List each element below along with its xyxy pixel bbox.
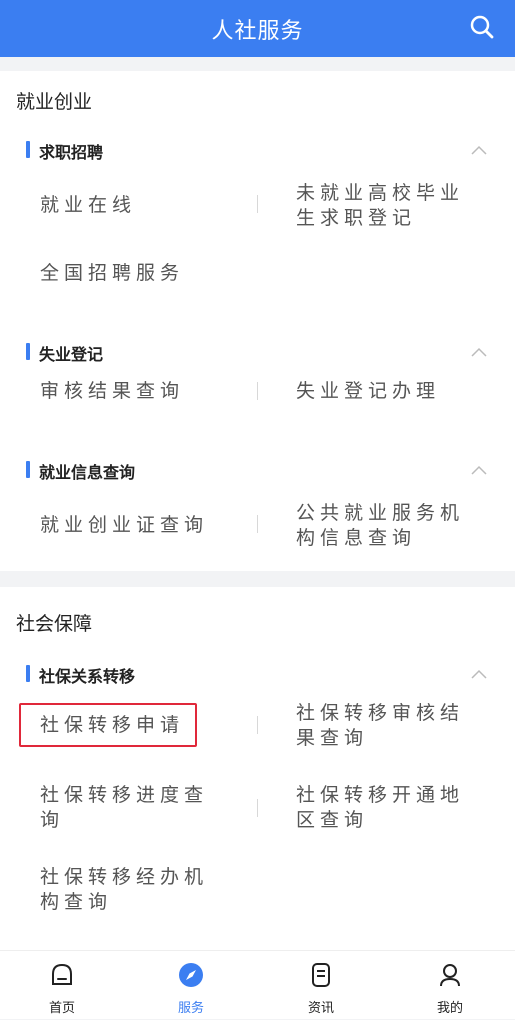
service-item-graduate-registration[interactable]: 未就业高校毕业生求职登记 <box>296 181 476 231</box>
section-marker <box>26 665 30 682</box>
chevron-up-icon[interactable] <box>471 465 487 475</box>
compass-icon <box>179 963 203 987</box>
section-label: 失业登记 <box>39 345 104 364</box>
service-item-audit-result[interactable]: 审核结果查询 <box>40 379 184 404</box>
tab-profile[interactable]: 我的 <box>410 951 490 1020</box>
section-marker <box>26 141 30 158</box>
chevron-up-icon[interactable] <box>471 145 487 155</box>
service-item-transfer-agencies[interactable]: 社保转移经办机构查询 <box>40 865 220 915</box>
tab-label: 我的 <box>436 1001 463 1016</box>
tab-label: 资讯 <box>307 1001 334 1016</box>
service-item-transfer-apply[interactable]: 社保转移申请 <box>40 713 184 738</box>
section-label: 社保关系转移 <box>39 667 136 686</box>
home-icon <box>52 963 72 985</box>
tab-label: 服务 <box>177 1001 204 1016</box>
tab-services[interactable]: 服务 <box>151 951 231 1020</box>
user-icon <box>440 964 460 987</box>
service-item-certificate-query[interactable]: 就业创业证查询 <box>40 513 208 538</box>
card-title-employment: 就业创业 <box>16 91 93 113</box>
tab-home[interactable]: 首页 <box>22 951 102 1020</box>
service-item-transfer-regions[interactable]: 社保转移开通地区查询 <box>296 783 476 833</box>
item-divider <box>257 382 258 400</box>
tab-label: 首页 <box>48 1001 75 1016</box>
bottom-tab-bar: 首页 服务 资讯 我的 <box>0 950 515 1019</box>
section-marker <box>26 461 30 478</box>
item-divider <box>257 515 258 533</box>
search-icon[interactable] <box>469 14 495 40</box>
service-item-national-recruitment[interactable]: 全国招聘服务 <box>40 261 184 286</box>
section-marker <box>26 343 30 360</box>
social-security-card: 社会保障 社保关系转移 社保转移申请 社保转移审核结果查询 社保转移进度查询 社… <box>0 587 515 950</box>
service-item-employment-online[interactable]: 就业在线 <box>40 193 136 218</box>
item-divider <box>257 195 258 213</box>
page-title: 人社服务 <box>211 19 304 44</box>
content-area[interactable]: 就业创业 求职招聘 就业在线 未就业高校毕业生求职登记 全国招聘服务 失业登记 … <box>0 57 515 950</box>
chevron-up-icon[interactable] <box>471 669 487 679</box>
card-title-social-security: 社会保障 <box>16 613 93 635</box>
section-label: 就业信息查询 <box>39 463 136 482</box>
item-divider <box>257 799 258 817</box>
service-item-agency-info-query[interactable]: 公共就业服务机构信息查询 <box>296 501 476 551</box>
news-icon <box>312 963 330 987</box>
item-divider <box>257 716 258 734</box>
service-item-transfer-progress[interactable]: 社保转移进度查询 <box>40 783 220 833</box>
service-item-transfer-audit-result[interactable]: 社保转移审核结果查询 <box>296 701 476 751</box>
app-header: 人社服务 <box>0 0 515 57</box>
employment-card: 就业创业 求职招聘 就业在线 未就业高校毕业生求职登记 全国招聘服务 失业登记 … <box>0 71 515 571</box>
chevron-up-icon[interactable] <box>471 347 487 357</box>
service-item-unemployment-registration[interactable]: 失业登记办理 <box>296 379 440 404</box>
section-label: 求职招聘 <box>39 143 104 162</box>
tab-news[interactable]: 资讯 <box>281 951 361 1020</box>
